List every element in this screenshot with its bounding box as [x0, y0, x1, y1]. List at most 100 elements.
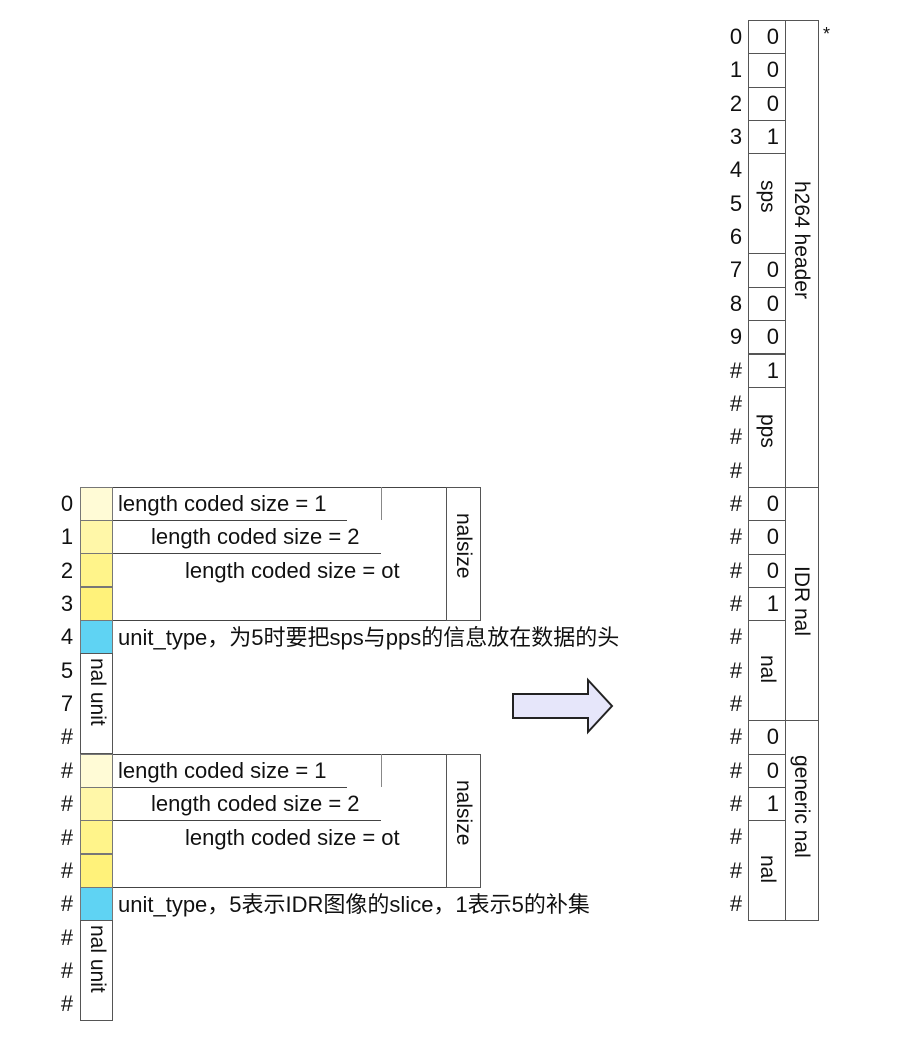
row-index-label: #	[729, 657, 743, 683]
row-index-label: #	[729, 390, 743, 416]
right-arrow-icon	[512, 677, 614, 735]
row-index-label: #	[729, 624, 743, 650]
row-index-label: #	[729, 357, 743, 383]
pps-label: pps	[756, 414, 779, 448]
nalsize-cell: nalsize	[446, 754, 481, 888]
idr-nal-group: IDR nal	[785, 487, 819, 721]
idr-nal-label: IDR nal	[790, 566, 813, 637]
sps-label: sps	[756, 180, 779, 213]
size-line-3: length coded size = ot	[185, 558, 400, 583]
row-index-label: 2	[60, 557, 74, 583]
h264-header-group: h264 header	[785, 20, 819, 488]
row-index-label: #	[60, 724, 74, 750]
size-line-1: length coded size = 1	[118, 491, 327, 516]
row-index-label: 0	[60, 491, 74, 516]
byte-value-cell: 1	[748, 787, 786, 822]
row-index-label: #	[60, 957, 74, 983]
byte-value-cell: 0	[748, 720, 786, 755]
size-line-2: length coded size = 2	[151, 524, 360, 549]
row-index-label: 3	[60, 591, 74, 617]
row-index-label: #	[60, 991, 74, 1017]
row-index-label: 5	[729, 190, 743, 216]
nalsize-label: nalsize	[452, 513, 475, 579]
row-index-label: 6	[729, 224, 743, 250]
row-index-label: #	[729, 724, 743, 750]
size-line-1: length coded size = 1	[118, 758, 327, 783]
color-cell-size2	[80, 520, 113, 554]
row-index-label: 1	[60, 524, 74, 550]
unit-type-description: unit_type，为5时要把sps与pps的信息放在数据的头	[118, 625, 620, 650]
row-index-label: 9	[729, 324, 743, 350]
byte-value-cell: 0	[748, 553, 786, 588]
row-index-label: 8	[729, 290, 743, 316]
byte-value-cell: 0	[748, 320, 786, 355]
row-index-label: 4	[60, 624, 74, 650]
color-cell-size3	[80, 553, 113, 587]
generic-nal-label: generic nal	[790, 755, 813, 858]
row-index-label: #	[729, 590, 743, 616]
nalsize-label: nalsize	[452, 780, 475, 846]
byte-value-cell: 0	[748, 253, 786, 288]
nalsize-cell: nalsize	[446, 487, 481, 621]
byte-value-cell: 0	[748, 86, 786, 122]
byte-value-cell: 0	[748, 486, 786, 522]
row-index-label: #	[729, 490, 743, 516]
row-index-label: #	[729, 557, 743, 583]
generic-nal-payload-cell: nal	[748, 820, 786, 921]
color-cell-size4	[80, 854, 113, 888]
size-line-3: length coded size = ot	[185, 825, 400, 850]
byte-value-cell: 1	[748, 120, 786, 155]
row-index-label: #	[729, 791, 743, 817]
size-line-2: length coded size = 2	[151, 791, 360, 816]
color-cell-size4	[80, 587, 113, 621]
nal-unit-label: nal unit	[86, 658, 109, 726]
row-index-label: #	[729, 691, 743, 716]
row-index-label: #	[60, 757, 74, 783]
byte-value-cell: 0	[748, 753, 786, 789]
row-index-label: #	[60, 791, 74, 817]
asterisk-marker: *	[823, 24, 831, 44]
color-cell-size1	[80, 754, 113, 788]
color-cell-size3	[80, 820, 113, 854]
row-index-label: #	[60, 857, 74, 883]
byte-value-cell: 1	[748, 586, 786, 622]
row-index-label: #	[729, 857, 743, 883]
row-index-label: 0	[729, 24, 743, 49]
nal-unit-cell: nal unit	[80, 920, 113, 1021]
row-index-label: #	[729, 824, 743, 850]
nal-unit-cell: nal unit	[80, 653, 113, 754]
color-cell-size1	[80, 487, 113, 521]
row-index-label: 5	[60, 657, 74, 683]
pps-cell: pps	[748, 387, 786, 488]
row-index-label: #	[729, 891, 743, 917]
byte-value-cell: 0	[748, 53, 786, 88]
unit-type-description: unit_type，5表示IDR图像的slice，1表示5的补集	[118, 892, 590, 917]
nal-unit-label: nal unit	[86, 925, 109, 993]
byte-value-cell: 0	[748, 20, 786, 55]
idr-nal-payload-label: nal	[756, 655, 779, 684]
size1-divider	[381, 487, 382, 520]
h264-header-label: h264 header	[790, 181, 813, 299]
row-index-label: 7	[60, 691, 74, 717]
generic-nal-payload-label: nal	[756, 855, 779, 884]
color-cell-size2	[80, 787, 113, 821]
row-index-label: 2	[729, 90, 743, 116]
color-cell-unit-type	[80, 887, 113, 921]
row-index-label: 7	[729, 257, 743, 283]
size1-divider	[381, 754, 382, 787]
arrow-shape	[512, 677, 614, 735]
byte-value-cell: 0	[748, 286, 786, 322]
row-index-label: #	[60, 891, 74, 917]
color-cell-unit-type	[80, 620, 113, 654]
sps-cell: sps	[748, 153, 786, 254]
row-index-label: #	[729, 424, 743, 450]
byte-value-cell: 0	[748, 520, 786, 555]
row-index-label: #	[60, 924, 74, 950]
row-index-label: 4	[729, 157, 743, 183]
row-index-label: 1	[729, 57, 743, 83]
row-index-label: 3	[729, 124, 743, 150]
idr-nal-payload-cell: nal	[748, 620, 786, 721]
row-index-label: #	[60, 824, 74, 850]
generic-nal-group: generic nal	[785, 720, 819, 921]
byte-value-cell: 1	[748, 353, 786, 388]
